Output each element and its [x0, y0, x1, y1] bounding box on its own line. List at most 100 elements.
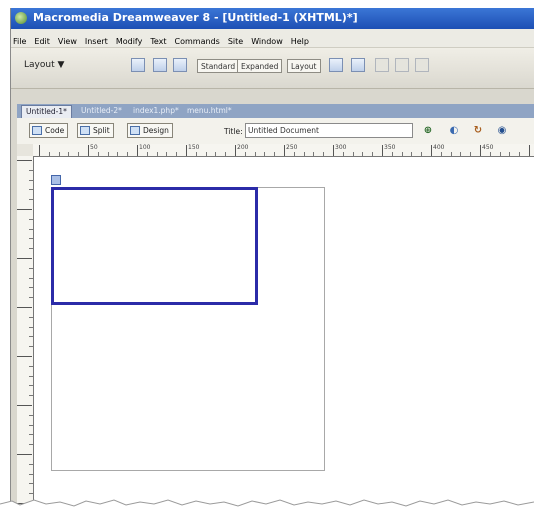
ruler-minor-tick [58, 152, 60, 156]
ruler-minor-tick [450, 152, 452, 156]
ruler-minor-tick [29, 365, 33, 367]
menu-view[interactable]: View [54, 33, 81, 46]
menu-edit[interactable]: Edit [30, 33, 54, 46]
tab-untitled-1[interactable]: Untitled-1* [21, 105, 72, 118]
ruler-minor-tick [499, 152, 501, 156]
ruler-major-tick [17, 405, 32, 406]
menu-file[interactable]: File [11, 33, 30, 46]
split-view-icon [80, 126, 90, 135]
ruler-major-tick [235, 145, 236, 156]
layout-table-icon[interactable] [329, 58, 343, 72]
ruler-minor-tick [78, 152, 80, 156]
ruler-label: 450 [482, 144, 494, 151]
vertical-ruler [17, 156, 34, 512]
document-toolbar: Code Split Design Title: Untitled Docume… [17, 118, 534, 145]
layout-mode-button[interactable]: Layout [287, 59, 321, 73]
menu-window[interactable]: Window [247, 33, 287, 46]
ruler-major-tick [39, 145, 40, 156]
ruler-minor-tick [29, 169, 33, 171]
ruler-minor-tick [372, 152, 374, 156]
ap-div-box[interactable] [51, 187, 258, 305]
ruler-minor-tick [411, 152, 413, 156]
ruler-minor-tick [225, 152, 227, 156]
refresh-design-icon[interactable]: ↻ [471, 124, 485, 137]
design-view-icon [130, 126, 140, 135]
code-view-button[interactable]: Code [29, 123, 69, 138]
ruler-minor-tick [117, 152, 119, 156]
ruler-minor-tick [166, 152, 168, 156]
standard-mode-button[interactable]: Standard [197, 59, 240, 73]
menu-bar: File Edit View Insert Modify Text Commands Site… [11, 29, 534, 48]
ruler-minor-tick [29, 238, 33, 240]
ruler-minor-tick [29, 434, 33, 436]
draw-layer-icon[interactable] [173, 58, 187, 72]
tab-menu-html[interactable]: menu.html* [183, 105, 236, 118]
dreamweaver-app-icon [15, 12, 27, 24]
ruler-minor-tick [195, 152, 197, 156]
ruler-minor-tick [401, 152, 403, 156]
menu-text[interactable]: Text [146, 33, 170, 46]
tab-index1-php[interactable]: index1.php* [129, 105, 183, 118]
ruler-major-tick [382, 145, 383, 156]
ruler-minor-tick [509, 152, 511, 156]
layer-icon[interactable] [153, 58, 167, 72]
ruler-minor-tick [29, 297, 33, 299]
ruler-minor-tick [29, 267, 33, 269]
ruler-minor-tick [470, 152, 472, 156]
ruler-major-tick [17, 258, 32, 259]
file-management-icon[interactable]: ⊕ [421, 124, 435, 137]
ruler-minor-tick [362, 152, 364, 156]
menu-insert[interactable]: Insert [81, 33, 112, 46]
ruler-major-tick [137, 145, 138, 156]
ruler-minor-tick [29, 179, 33, 181]
table-icon[interactable] [131, 58, 145, 72]
ruler-minor-tick [29, 199, 33, 201]
split-view-button[interactable]: Split [77, 123, 114, 138]
window-title: Macromedia Dreamweaver 8 - [Untitled-1 (… [33, 11, 358, 24]
layout-cell-icon[interactable] [351, 58, 365, 72]
insert-category-select[interactable]: Layout ▼ [24, 60, 64, 70]
ruler-minor-tick [29, 189, 33, 191]
view-options-icon[interactable]: ◉ [495, 124, 509, 137]
menu-help[interactable]: Help [287, 33, 313, 46]
ruler-minor-tick [29, 444, 33, 446]
ruler-minor-tick [29, 493, 33, 495]
ruler-minor-tick [29, 218, 33, 220]
expanded-mode-button[interactable]: Expanded [237, 59, 283, 73]
ap-div-selection-handle[interactable] [51, 175, 61, 185]
torn-edge-decoration [0, 499, 534, 512]
ruler-minor-tick [342, 152, 344, 156]
ruler-major-tick [17, 160, 32, 161]
menu-site[interactable]: Site [224, 33, 247, 46]
ruler-label: 350 [384, 144, 396, 151]
preview-in-browser-icon[interactable]: ◐ [447, 124, 461, 137]
menu-commands[interactable]: Commands [171, 33, 224, 46]
ruler-minor-tick [156, 152, 158, 156]
ruler-label: 200 [237, 144, 249, 151]
ruler-minor-tick [29, 473, 33, 475]
ruler-minor-tick [352, 152, 354, 156]
ruler-minor-tick [519, 152, 521, 156]
design-view-button[interactable]: Design [127, 123, 173, 138]
insert-row-icon[interactable] [395, 58, 409, 72]
ruler-minor-tick [107, 152, 109, 156]
split-view-label: Split [93, 126, 110, 135]
frames-icon[interactable] [375, 58, 389, 72]
ruler-minor-tick [303, 152, 305, 156]
ruler-major-tick [88, 145, 89, 156]
ruler-minor-tick [176, 152, 178, 156]
ruler-minor-tick [29, 463, 33, 465]
insert-toolbar: Layout ▼ Standard Expanded Layout [11, 48, 534, 89]
ruler-minor-tick [244, 152, 246, 156]
ruler-minor-tick [264, 152, 266, 156]
tab-untitled-2[interactable]: Untitled-2* [77, 105, 126, 118]
document-tabs: Untitled-1* Untitled-2* index1.php* menu… [17, 104, 534, 118]
ruler-minor-tick [48, 152, 50, 156]
ruler-major-tick [186, 145, 187, 156]
ruler-minor-tick [29, 326, 33, 328]
menu-modify[interactable]: Modify [112, 33, 147, 46]
insert-column-icon[interactable] [415, 58, 429, 72]
design-canvas[interactable] [34, 157, 534, 512]
document-title-input[interactable]: Untitled Document [245, 123, 413, 138]
ruler-minor-tick [68, 152, 70, 156]
